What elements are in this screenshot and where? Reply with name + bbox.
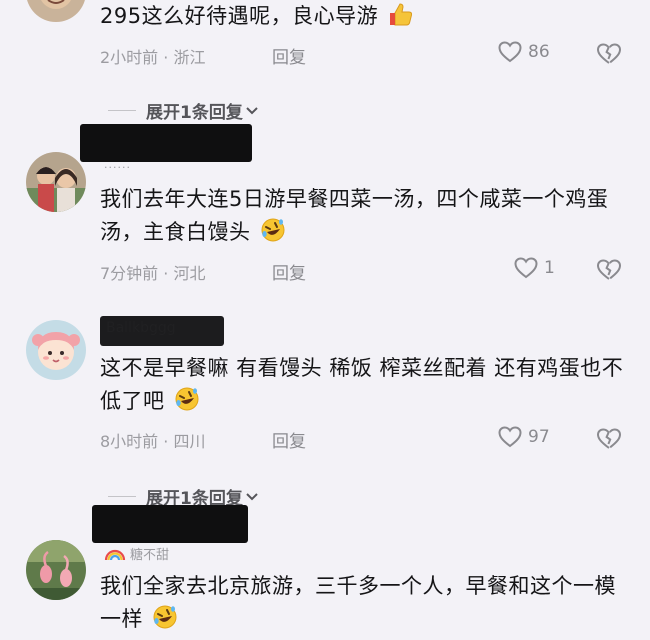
- comment-text: 我们全家去北京旅游，三千多一个人，早餐和这个一模一样: [100, 570, 630, 640]
- heart-icon: [498, 41, 522, 63]
- username[interactable]: 糖不甜: [130, 544, 169, 563]
- rofl-icon: [174, 386, 200, 422]
- redacted-username: [80, 124, 252, 162]
- comment-meta: 8小时前 · 四川: [100, 428, 205, 452]
- like-count: 1: [544, 258, 555, 278]
- like-button[interactable]: 1: [514, 257, 555, 279]
- like-count: 86: [528, 42, 550, 62]
- like-button[interactable]: 86: [498, 41, 550, 63]
- broken-heart-icon[interactable]: [596, 258, 622, 282]
- separator: ·: [163, 48, 169, 67]
- username[interactable]: ......: [104, 158, 131, 171]
- location: 河北: [173, 264, 206, 283]
- heart-icon: [514, 257, 538, 279]
- expand-replies-button[interactable]: 展开1条回复: [108, 98, 259, 123]
- chevron-down-icon: [246, 492, 258, 500]
- divider: [108, 110, 136, 111]
- separator: ·: [163, 264, 169, 283]
- rainbow-icon: [104, 549, 126, 560]
- location: 浙江: [173, 48, 206, 67]
- timestamp: 7分钟前: [100, 264, 159, 283]
- broken-heart-icon[interactable]: [596, 42, 622, 66]
- divider: [108, 496, 136, 497]
- rofl-icon: [260, 217, 286, 253]
- comment-text: 这不是早餐嘛 有看馒头 稀饭 榨菜丝配着 还有鸡蛋也不低了吧: [100, 352, 630, 422]
- chevron-down-icon: [246, 106, 258, 114]
- like-count: 97: [528, 427, 550, 447]
- timestamp: 2小时前: [100, 48, 159, 67]
- comment-text: 295这么好待遇呢，良心导游: [100, 0, 630, 37]
- separator: ·: [163, 432, 169, 451]
- redacted-username: [92, 505, 248, 543]
- username-row: 糖不甜: [104, 544, 169, 563]
- avatar[interactable]: [26, 0, 86, 22]
- avatar[interactable]: [26, 152, 86, 212]
- rofl-icon: [152, 604, 178, 640]
- reply-button[interactable]: 回复: [272, 259, 306, 284]
- comment-meta: 7分钟前 · 河北: [100, 260, 205, 284]
- thumbs-up-icon: [387, 1, 413, 37]
- comment-text: 我们去年大连5日游早餐四菜一汤，四个咸菜一个鸡蛋汤，主食白馒头: [100, 183, 630, 253]
- username[interactable]: Ballkbggg: [106, 320, 176, 336]
- timestamp: 8小时前: [100, 432, 159, 451]
- avatar[interactable]: [26, 540, 86, 600]
- comment-meta: 2小时前 · 浙江: [100, 44, 205, 68]
- reply-button[interactable]: 回复: [272, 43, 306, 68]
- broken-heart-icon[interactable]: [596, 427, 622, 451]
- avatar[interactable]: [26, 320, 86, 380]
- heart-icon: [498, 426, 522, 448]
- location: 四川: [173, 432, 206, 451]
- like-button[interactable]: 97: [498, 426, 550, 448]
- reply-button[interactable]: 回复: [272, 427, 306, 452]
